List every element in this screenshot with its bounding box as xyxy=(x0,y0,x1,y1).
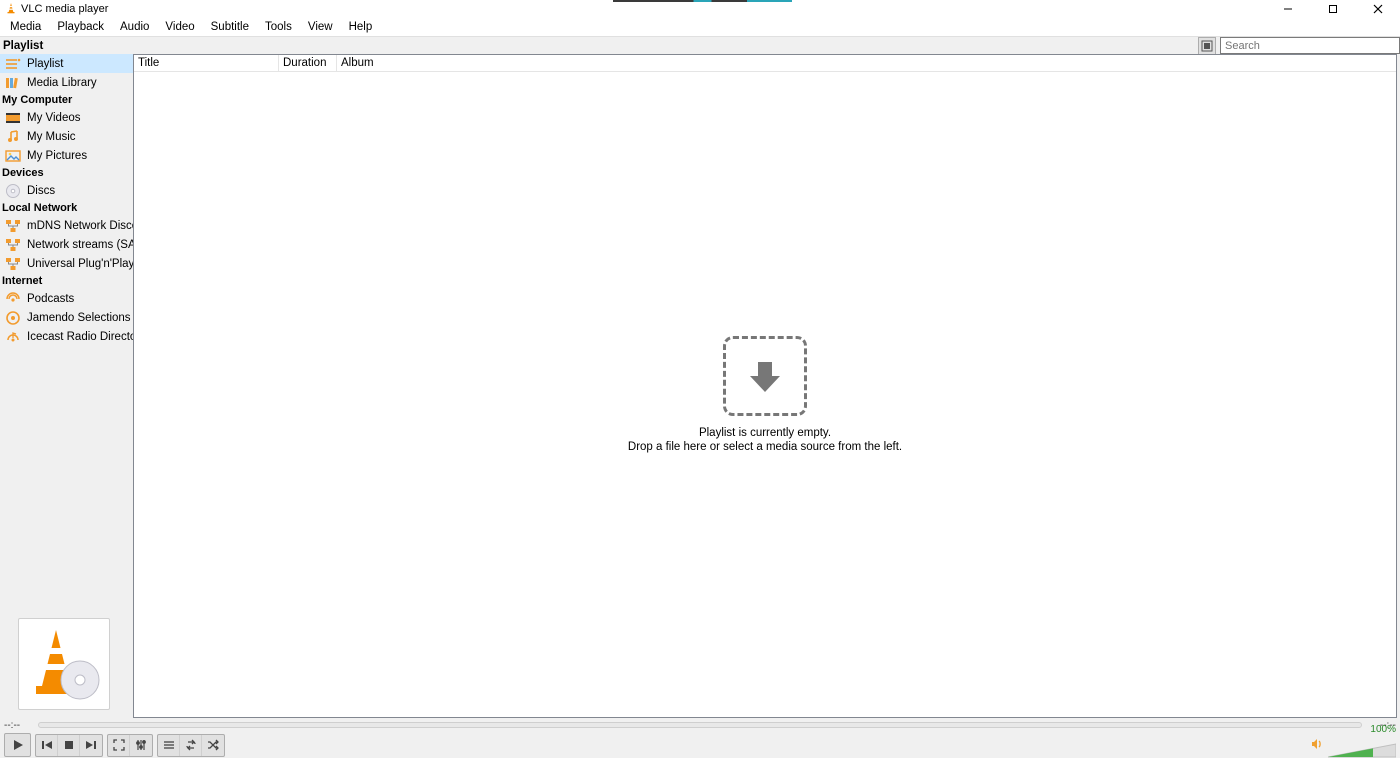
close-button[interactable] xyxy=(1355,0,1400,18)
sidebar-item-network-streams-sap[interactable]: Network streams (SAP) xyxy=(0,235,133,254)
next-button[interactable] xyxy=(80,735,102,756)
play-button[interactable] xyxy=(5,734,30,756)
sidebar-item-my-pictures[interactable]: My Pictures xyxy=(0,146,133,165)
window-title: VLC media player xyxy=(21,3,108,15)
search-input[interactable] xyxy=(1221,38,1399,53)
sidebar-item-label: Media Library xyxy=(27,77,97,89)
sidebar-item-label: Discs xyxy=(27,185,55,197)
disc-icon xyxy=(5,183,21,199)
sidebar-item-my-videos[interactable]: My Videos xyxy=(0,108,133,127)
previous-button[interactable] xyxy=(36,735,58,756)
sidebar-item-label: My Pictures xyxy=(27,150,87,162)
sidebar-item-label: My Music xyxy=(27,131,76,143)
sidebar-item-label: My Videos xyxy=(27,112,80,124)
menu-video[interactable]: Video xyxy=(157,19,202,35)
menu-playback[interactable]: Playback xyxy=(49,19,112,35)
video-icon xyxy=(5,110,21,126)
music-icon xyxy=(5,129,21,145)
menu-subtitle[interactable]: Subtitle xyxy=(203,19,257,35)
sidebar-item-playlist[interactable]: Playlist xyxy=(0,54,133,73)
icecast-icon xyxy=(5,329,21,345)
speaker-icon[interactable] xyxy=(1310,737,1324,754)
playlist-header-label: Playlist xyxy=(0,40,133,52)
drop-arrow-icon xyxy=(723,336,807,416)
library-icon xyxy=(5,75,21,91)
playlist-view: Title Duration Album Playlist is current… xyxy=(133,54,1397,718)
podcast-icon xyxy=(5,291,21,307)
playlist-columns-header: Title Duration Album xyxy=(134,55,1396,72)
sidebar-item-label: mDNS Network Discovery xyxy=(27,220,133,232)
menu-audio[interactable]: Audio xyxy=(112,19,157,35)
sidebar-item-label: Playlist xyxy=(27,58,63,70)
sidebar-item-discs[interactable]: Discs xyxy=(0,181,133,200)
column-album[interactable]: Album xyxy=(337,55,1396,71)
title-accent xyxy=(613,0,792,2)
album-art-placeholder xyxy=(18,618,110,710)
empty-text-line2: Drop a file here or select a media sourc… xyxy=(628,440,902,454)
vlc-cone-icon xyxy=(5,2,17,17)
fullscreen-button[interactable] xyxy=(108,735,130,756)
column-duration[interactable]: Duration xyxy=(279,55,337,71)
menu-media[interactable]: Media xyxy=(2,19,49,35)
time-elapsed[interactable]: --:-- xyxy=(4,720,32,731)
menu-bar: Media Playback Audio Video Subtitle Tool… xyxy=(0,18,1400,36)
playlist-top-row: Playlist xyxy=(0,36,1400,54)
search-box[interactable] xyxy=(1220,37,1400,54)
sidebar-section-devices: Devices xyxy=(0,165,133,181)
column-title[interactable]: Title xyxy=(134,55,279,71)
shuffle-button[interactable] xyxy=(202,735,224,756)
pictures-icon xyxy=(5,148,21,164)
net-icon xyxy=(5,237,21,253)
stop-button[interactable] xyxy=(58,735,80,756)
jamendo-icon xyxy=(5,310,21,326)
sidebar-item-mdns-network-discovery[interactable]: mDNS Network Discovery xyxy=(0,216,133,235)
volume-percent-label: 100% xyxy=(1370,724,1396,735)
seek-bar-row: --:-- --:-- xyxy=(0,718,1400,732)
seek-slider[interactable] xyxy=(38,722,1362,728)
playlist-empty-drop-area[interactable]: Playlist is currently empty. Drop a file… xyxy=(134,72,1396,717)
sidebar-item-label: Jamendo Selections xyxy=(27,312,131,324)
toggle-playlist-button[interactable] xyxy=(158,735,180,756)
menu-help[interactable]: Help xyxy=(341,19,381,35)
sidebar: Playlist Media Library My Computer My Video… xyxy=(0,54,133,718)
sidebar-section-my-computer: My Computer xyxy=(0,92,133,108)
sidebar-item-label: Podcasts xyxy=(27,293,74,305)
sidebar-item-label: Universal Plug'n'Play xyxy=(27,258,133,270)
sidebar-item-my-music[interactable]: My Music xyxy=(0,127,133,146)
sidebar-section-internet: Internet xyxy=(0,273,133,289)
loop-button[interactable] xyxy=(180,735,202,756)
minimize-button[interactable] xyxy=(1265,0,1310,18)
sidebar-section-local-network: Local Network xyxy=(0,200,133,216)
maximize-button[interactable] xyxy=(1310,0,1355,18)
controls-toolbar: 100% xyxy=(0,732,1400,758)
sidebar-item-universal-plug-n-play[interactable]: Universal Plug'n'Play xyxy=(0,254,133,273)
playlist-icon xyxy=(5,56,21,72)
sidebar-item-label: Icecast Radio Directory xyxy=(27,331,133,343)
menu-view[interactable]: View xyxy=(300,19,341,35)
menu-tools[interactable]: Tools xyxy=(257,19,300,35)
volume-slider[interactable] xyxy=(1328,742,1396,758)
sidebar-item-label: Network streams (SAP) xyxy=(27,239,133,251)
change-view-button[interactable] xyxy=(1198,37,1216,55)
sidebar-item-icecast-radio-directory[interactable]: Icecast Radio Directory xyxy=(0,327,133,346)
net-icon xyxy=(5,218,21,234)
extended-settings-button[interactable] xyxy=(130,735,152,756)
empty-text-line1: Playlist is currently empty. xyxy=(628,426,902,440)
net-icon xyxy=(5,256,21,272)
sidebar-item-podcasts[interactable]: Podcasts xyxy=(0,289,133,308)
title-bar: VLC media player xyxy=(0,0,1400,18)
sidebar-item-media-library[interactable]: Media Library xyxy=(0,73,133,92)
sidebar-item-jamendo-selections[interactable]: Jamendo Selections xyxy=(0,308,133,327)
